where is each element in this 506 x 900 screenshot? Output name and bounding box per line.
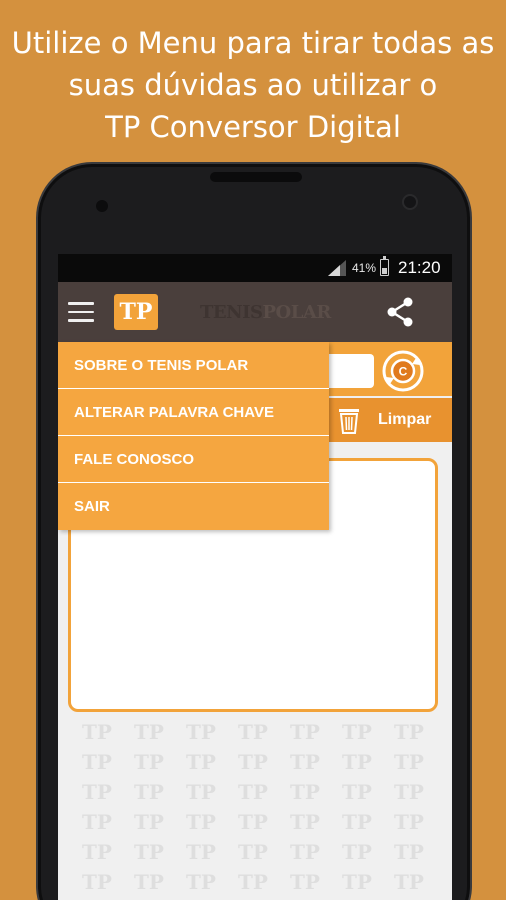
watermark-tile: TP (186, 750, 216, 774)
watermark-tile: TP (394, 840, 424, 864)
headline-line-3: TP Conversor Digital (105, 110, 401, 144)
status-bar: 41% 21:20 (58, 254, 452, 282)
front-camera (402, 194, 418, 210)
watermark-tile: TP (134, 750, 164, 774)
watermark-tile: TP (82, 810, 112, 834)
watermark-tile: TP (186, 720, 216, 744)
watermark-tile: TP (134, 870, 164, 894)
battery-icon (380, 256, 389, 276)
app-logo: TP (114, 294, 158, 330)
watermark-tile: TP (186, 870, 216, 894)
dropdown-menu: SOBRE O TENIS POLAR ALTERAR PALAVRA CHAV… (58, 342, 329, 530)
watermark-tile: TP (342, 840, 372, 864)
watermark-tile: TP (134, 720, 164, 744)
watermark-tile: TP (186, 780, 216, 804)
watermark-tile: TP (238, 870, 268, 894)
watermark-tile: TP (186, 810, 216, 834)
watermark-tile: TP (290, 810, 320, 834)
watermark-tile: TP (82, 870, 112, 894)
trash-icon (339, 409, 359, 434)
phone-sensor (96, 200, 108, 212)
headline-line-1: Utilize o Menu para tirar todas as (11, 26, 495, 60)
clear-label: Limpar (378, 411, 432, 428)
watermark-tile: TP (342, 870, 372, 894)
watermark-tile: TP (342, 780, 372, 804)
watermark-tile: TP (82, 750, 112, 774)
hamburger-menu-icon[interactable] (68, 302, 94, 322)
app-screen: 41% 21:20 TP TENISPOLAR C Limpar TP TP T… (58, 254, 452, 900)
watermark-tile: TP (186, 840, 216, 864)
signal-icon (328, 260, 346, 276)
menu-item-alterar-palavra-chave[interactable]: ALTERAR PALAVRA CHAVE (58, 389, 329, 436)
convert-icon[interactable]: C (382, 350, 424, 392)
watermark-tile: TP (290, 750, 320, 774)
watermark-tile: TP (82, 840, 112, 864)
share-icon[interactable] (384, 296, 416, 328)
headline-line-2: suas dúvidas ao utilizar o (68, 68, 438, 102)
watermark-tile: TP (134, 840, 164, 864)
watermark-tile: TP (394, 720, 424, 744)
watermark-tile: TP (290, 840, 320, 864)
watermark-tile: TP (394, 750, 424, 774)
phone-speaker (210, 172, 302, 182)
menu-item-fale-conosco[interactable]: FALE CONOSCO (58, 436, 329, 483)
brand-part-1: TENIS (200, 302, 263, 323)
watermark-tile: TP (342, 810, 372, 834)
watermark-tile: TP (290, 870, 320, 894)
watermark-tile: TP (238, 780, 268, 804)
battery-percent: 41% (352, 261, 377, 275)
watermark-tile: TP (238, 840, 268, 864)
watermark-tile: TP (394, 780, 424, 804)
brand-part-2: POLAR (262, 302, 332, 323)
brand-wordmark: TENISPOLAR (200, 302, 331, 323)
watermark-tile: TP (238, 750, 268, 774)
watermark-tile: TP (82, 780, 112, 804)
promo-headline: Utilize o Menu para tirar todas as suas … (0, 22, 506, 148)
watermark-tile: TP (394, 810, 424, 834)
watermark-tile: TP (290, 780, 320, 804)
app-bar: TP TENISPOLAR (58, 282, 452, 342)
watermark-tile: TP (342, 750, 372, 774)
status-time: 21:20 (398, 258, 441, 277)
watermark-tile: TP (394, 870, 424, 894)
svg-text:C: C (399, 365, 408, 379)
watermark-tile: TP (238, 810, 268, 834)
watermark-tile: TP (290, 720, 320, 744)
menu-item-sair[interactable]: SAIR (58, 483, 329, 530)
watermark-tile: TP (134, 810, 164, 834)
watermark-tile: TP (82, 720, 112, 744)
watermark-tile: TP (342, 720, 372, 744)
watermark-tile: TP (134, 780, 164, 804)
menu-item-sobre[interactable]: SOBRE O TENIS POLAR (58, 342, 329, 389)
watermark-tile: TP (238, 720, 268, 744)
